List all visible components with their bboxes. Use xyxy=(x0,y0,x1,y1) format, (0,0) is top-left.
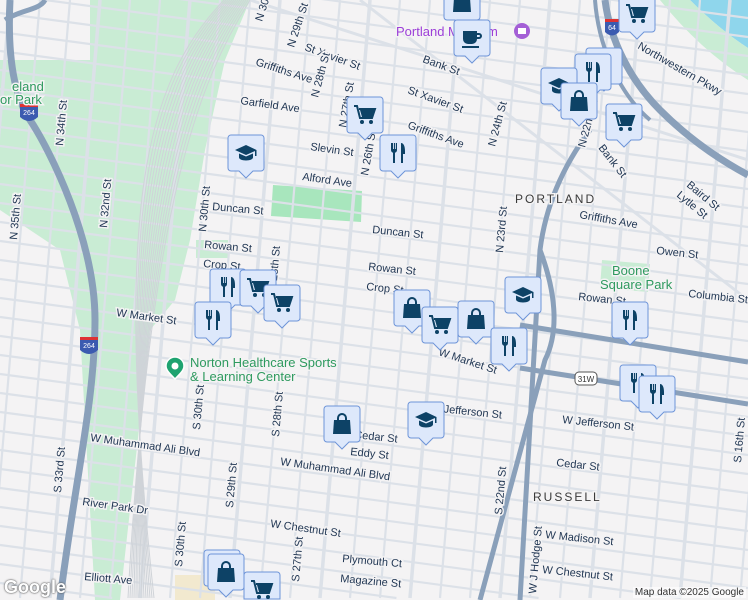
map-canvas[interactable]: 264 264 64 31W N 30th StN 29th StSt Xavi… xyxy=(0,0,748,600)
street-label: S 16th St xyxy=(732,417,748,463)
svg-text:264: 264 xyxy=(23,110,35,117)
street-label: S 30th St xyxy=(173,521,189,567)
street-label: W Market St xyxy=(437,346,498,376)
interstate-264-shield: 264 xyxy=(80,337,98,354)
street-label: Bank St xyxy=(596,142,629,180)
shopping-marker[interactable] xyxy=(457,300,495,345)
street-label: Elliott Ave xyxy=(84,571,133,587)
district-label-russell: RUSSELL xyxy=(533,490,602,504)
interstate-64-shield: 64 xyxy=(605,19,619,36)
map-data-credit[interactable]: Map data ©2025 Google xyxy=(632,587,746,598)
svg-text:264: 264 xyxy=(83,343,95,350)
grocery-marker[interactable] xyxy=(605,103,643,148)
park-label-square-park[interactable]: Square Park xyxy=(599,276,675,294)
park-label-boone[interactable]: Boone xyxy=(611,262,652,280)
us-31w-shield: 31W xyxy=(574,371,598,386)
street-label: Duncan St xyxy=(212,201,264,217)
park-label: or Park xyxy=(0,92,42,107)
street-label: Rowan St xyxy=(368,261,417,278)
restaurant-marker[interactable] xyxy=(194,301,232,346)
museum-pin-icon[interactable] xyxy=(514,23,530,39)
street-label: S 33rd St xyxy=(52,447,68,494)
svg-text:31W: 31W xyxy=(578,375,595,384)
poi-label-norton-sports-center[interactable]: Norton Healthcare Sports xyxy=(189,354,339,372)
street-label: Owen St xyxy=(656,245,699,261)
grocery-marker[interactable] xyxy=(243,571,281,600)
street-label: W Chestnut St xyxy=(270,518,342,540)
street-label: S 30th St xyxy=(191,384,207,430)
street-label: Plymouth Ct xyxy=(342,553,403,570)
google-logo: Google xyxy=(4,577,66,597)
school-marker[interactable] xyxy=(407,401,445,446)
street xyxy=(438,0,492,599)
sports-center-pin-icon[interactable] xyxy=(165,356,185,381)
svg-text:64: 64 xyxy=(608,25,616,32)
street-label: Magazine St xyxy=(340,573,402,590)
street-label: Columbia St xyxy=(688,288,748,306)
street-label: S 27th St xyxy=(290,536,306,582)
school-marker[interactable] xyxy=(227,134,265,179)
shopping-marker[interactable] xyxy=(323,405,361,450)
street xyxy=(348,0,402,599)
poi-label-norton-sports-center[interactable]: & Learning Center xyxy=(189,368,298,386)
street-label: St Xavier St xyxy=(303,42,362,73)
grocery-marker[interactable] xyxy=(421,306,459,351)
district-label-portland: PORTLAND xyxy=(515,192,596,206)
grocery-marker[interactable] xyxy=(618,0,656,40)
street-label: Cedar St xyxy=(556,457,600,473)
shopping-icon xyxy=(452,0,472,13)
street-label: Slevin St xyxy=(310,141,355,159)
restaurant-marker[interactable] xyxy=(638,375,676,420)
street-label: W Madison St xyxy=(545,529,614,548)
grocery-marker[interactable] xyxy=(263,284,301,329)
street-label: N 24th St xyxy=(486,100,509,147)
